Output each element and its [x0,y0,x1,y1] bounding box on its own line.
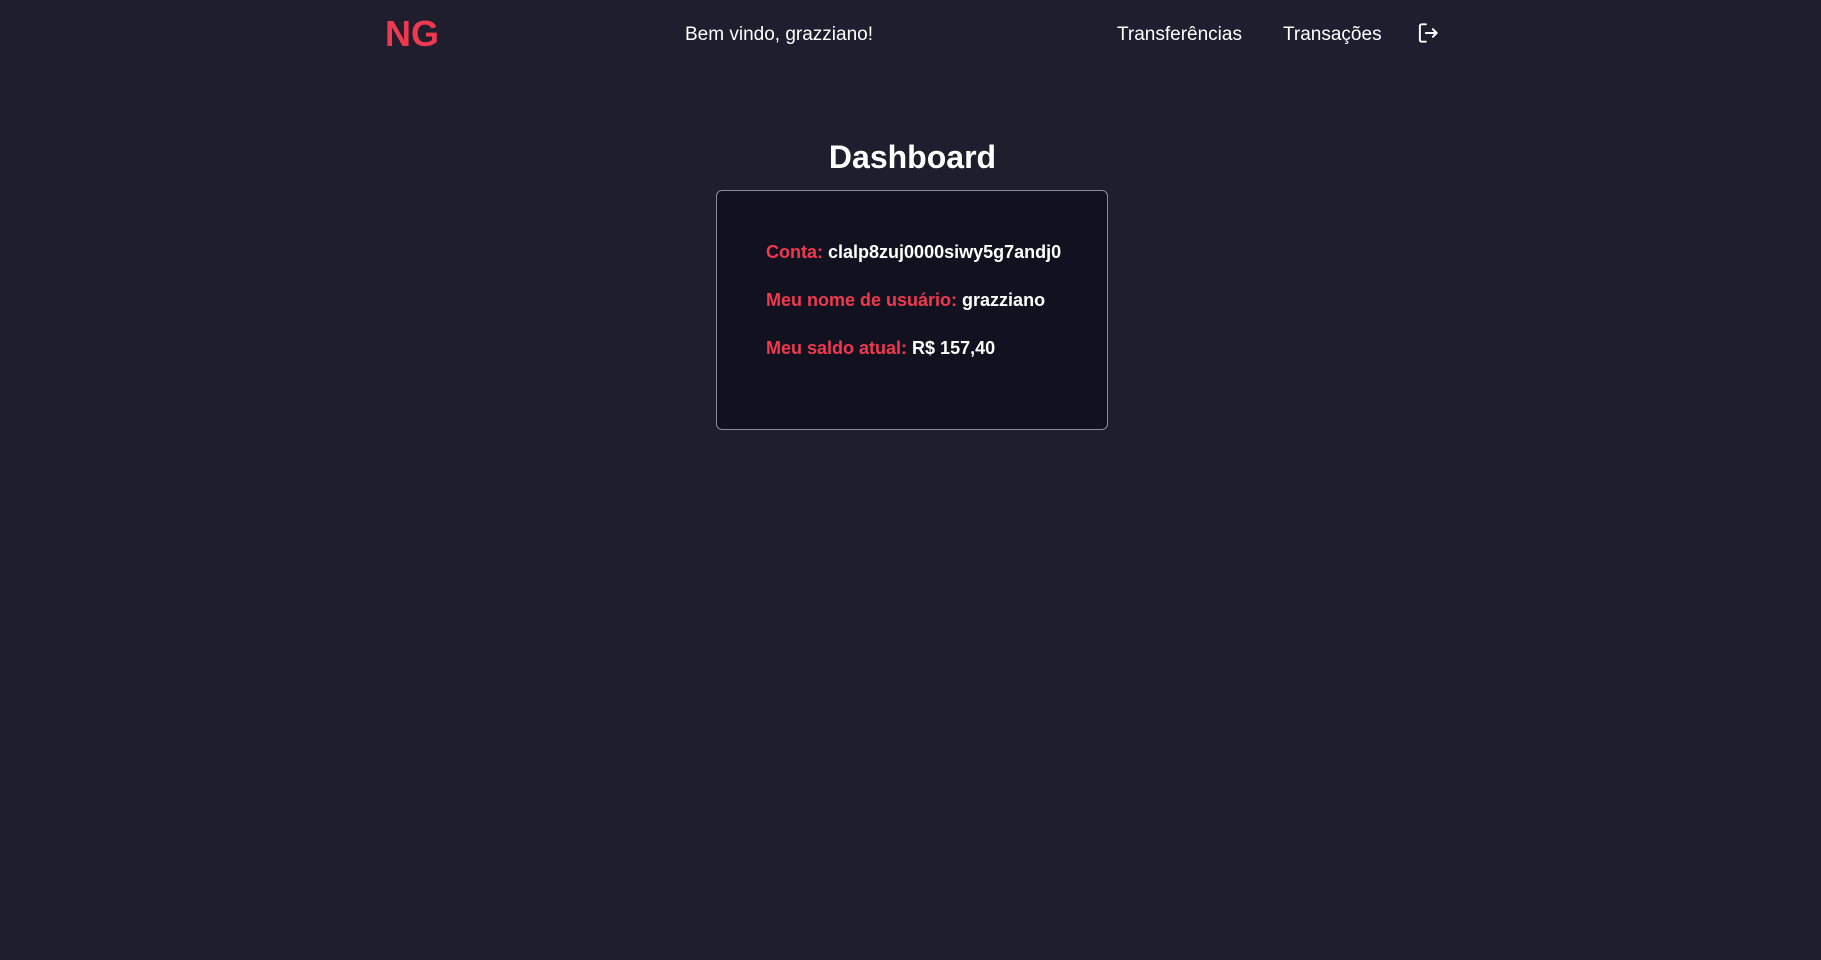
account-row: Conta: clalp8zuj0000siwy5g7andj0 [766,241,1061,263]
account-label: Conta: [766,242,823,262]
top-navbar: NG Bem vindo, grazziano! Transferências … [0,0,1821,70]
account-info-card: Conta: clalp8zuj0000siwy5g7andj0 Meu nom… [716,190,1108,430]
logout-icon[interactable] [1415,20,1441,46]
nav-link-transactions[interactable]: Transações [1283,24,1382,46]
welcome-message: Bem vindo, grazziano! [685,24,873,45]
balance-row: Meu saldo atual: R$ 157,40 [766,337,995,359]
account-value: clalp8zuj0000siwy5g7andj0 [828,242,1062,262]
balance-value: R$ 157,40 [912,338,996,358]
username-label: Meu nome de usuário: [766,290,958,310]
username-row: Meu nome de usuário: grazziano [766,289,1045,311]
balance-label: Meu saldo atual: [766,338,908,358]
nav-link-transfers[interactable]: Transferências [1117,24,1242,46]
logo[interactable]: NG [385,14,439,54]
username-value: grazziano [962,290,1046,310]
page-title: Dashboard [828,139,997,175]
